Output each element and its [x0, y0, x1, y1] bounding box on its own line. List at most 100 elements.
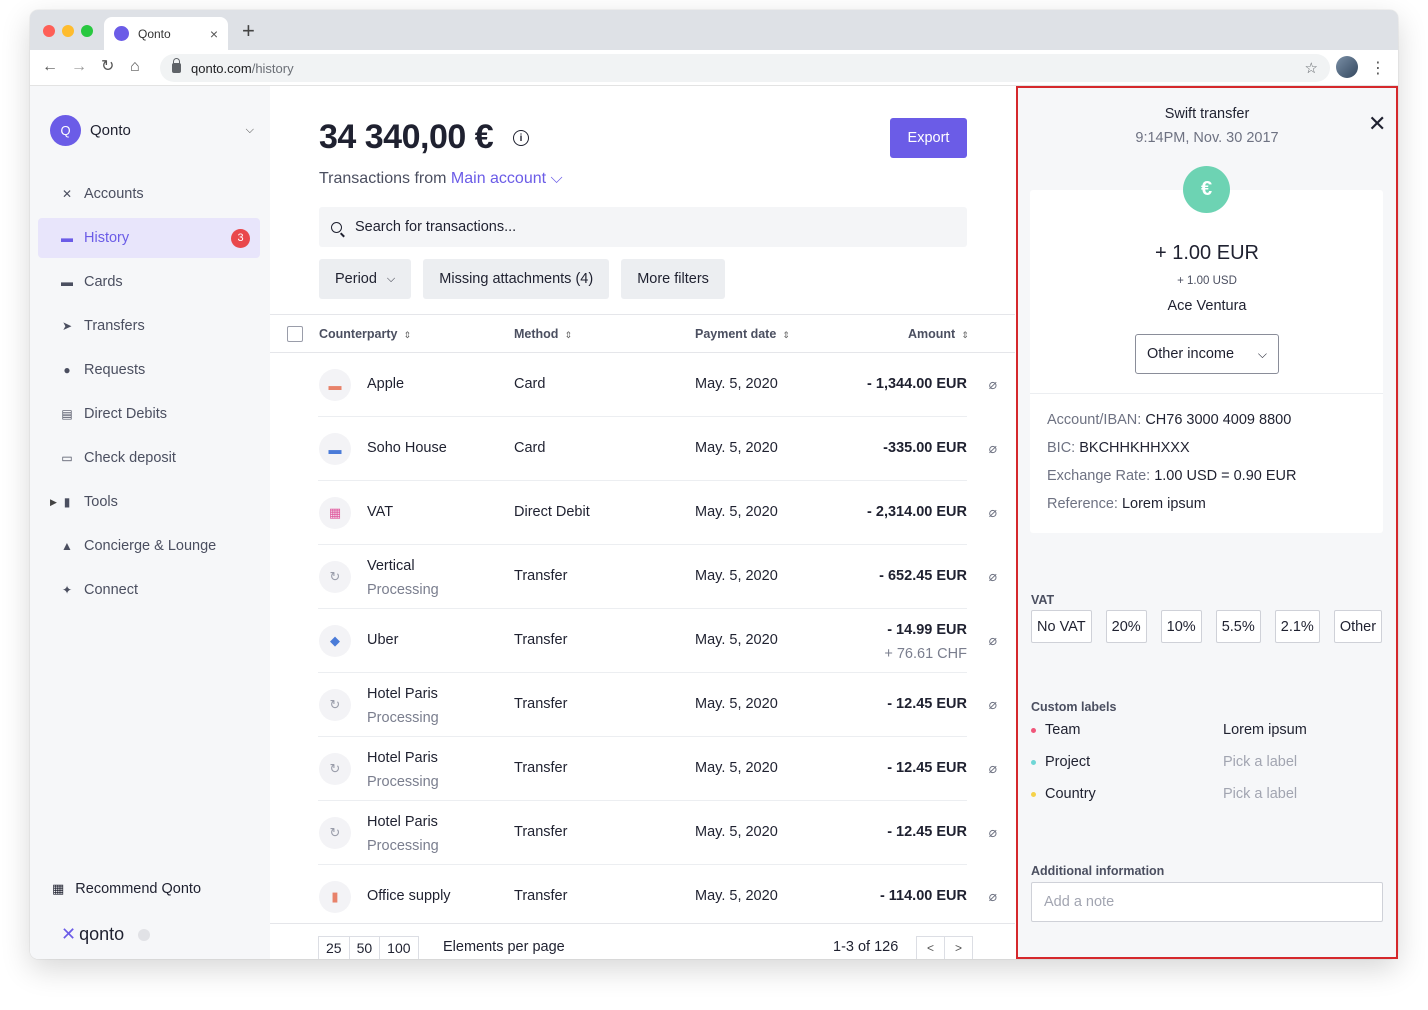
bookmark-star-icon[interactable]: ☆	[1305, 59, 1318, 77]
browser-menu-icon[interactable]: ⋮	[1370, 58, 1386, 78]
account-name: Main account	[450, 170, 547, 187]
table-row[interactable]: ▦ VAT Direct Debit May. 5, 2020 - 2,314.00 E…	[270, 481, 1015, 545]
category-select[interactable]: Other income ⌵	[1135, 334, 1279, 374]
payment-method: Transfer	[514, 888, 568, 904]
browser-tab[interactable]: Qonto ×	[104, 17, 228, 50]
bed-icon: ▬	[319, 433, 351, 465]
detail-amount: + 1.00 EUR	[1155, 242, 1259, 264]
vat-option[interactable]: 10%	[1160, 610, 1202, 643]
page-size-option[interactable]: 25	[318, 936, 350, 959]
close-window-button[interactable]	[43, 25, 55, 37]
sidebar-item-connect[interactable]: ✦ Connect	[38, 570, 260, 610]
page-range: 1-3 of 126	[833, 939, 899, 955]
attachment-icon[interactable]: ⌀	[989, 504, 997, 521]
request-icon: ●	[63, 363, 71, 377]
select-all-checkbox[interactable]	[287, 326, 303, 342]
custom-label-row[interactable]: Project Pick a label	[1031, 754, 1386, 774]
back-arrow-icon[interactable]: ←	[42, 58, 58, 76]
refresh-icon: ↻	[319, 753, 351, 785]
tab-bar: Qonto × +	[30, 10, 1398, 50]
table-row[interactable]: ◆ Uber Transfer May. 5, 2020 - 14.99 EUR + 76…	[270, 609, 1015, 673]
plug-icon: ✦	[61, 583, 73, 597]
attachment-icon[interactable]: ⌀	[989, 696, 997, 713]
reload-icon[interactable]: ↻	[101, 58, 114, 76]
info-icon[interactable]: i	[513, 130, 529, 146]
sidebar-item-check-deposit[interactable]: ▭ Check deposit	[38, 438, 260, 478]
attachment-icon[interactable]: ⌀	[989, 888, 997, 905]
table-row[interactable]: ↻ Hotel Paris Processing Transfer May. 5, 20…	[270, 737, 1015, 801]
sidebar-item-label: Accounts	[84, 186, 144, 202]
attachment-icon[interactable]: ⌀	[989, 376, 997, 393]
table-row[interactable]: ↻ Vertical Processing Transfer May. 5, 2020 -…	[270, 545, 1015, 609]
sidebar-item-transfers[interactable]: ➤ Transfers	[38, 306, 260, 346]
attachment-icon[interactable]: ⌀	[989, 760, 997, 777]
payment-method: Transfer	[514, 760, 568, 776]
status-text: Processing	[367, 710, 439, 726]
sidebar-item-cards[interactable]: ▬ Cards	[38, 262, 260, 302]
missing-attachments-filter-button[interactable]: Missing attachments (4)	[423, 259, 610, 299]
new-tab-button[interactable]: +	[242, 20, 255, 42]
tab-close-icon[interactable]: ×	[210, 26, 218, 42]
status-text: Processing	[367, 582, 439, 598]
divider	[1030, 393, 1383, 394]
label-name: Country	[1045, 786, 1096, 802]
table-row[interactable]: ▬ Soho House Card May. 5, 2020 -335.00 EUR ⌀	[270, 417, 1015, 481]
vat-option[interactable]: 20%	[1105, 610, 1147, 643]
attachment-icon[interactable]: ⌀	[989, 568, 997, 585]
more-filters-button[interactable]: More filters	[621, 259, 725, 299]
payment-date: May. 5, 2020	[695, 376, 778, 392]
prev-page-button[interactable]: <	[916, 936, 945, 959]
next-page-button[interactable]: >	[944, 936, 973, 959]
sidebar-item-tools[interactable]: ▶ ▮ Tools	[38, 482, 260, 522]
recommend-link[interactable]: ▦ Recommend Qonto	[52, 881, 201, 897]
transaction-amount: - 1,344.00 EUR	[867, 376, 967, 392]
vat-option[interactable]: 5.5%	[1215, 610, 1261, 643]
table-row[interactable]: ↻ Hotel Paris Processing Transfer May. 5, 20…	[270, 801, 1015, 865]
vat-option[interactable]: 2.1%	[1274, 610, 1320, 643]
label-value[interactable]: Pick a label	[1223, 754, 1297, 770]
close-icon[interactable]: ✕	[1368, 113, 1386, 135]
home-icon[interactable]: ⌂	[130, 58, 140, 76]
account-selector[interactable]: Main account ⌵	[451, 170, 563, 187]
period-filter-button[interactable]: Period ⌵	[319, 259, 412, 299]
chevron-down-icon: ⌵	[386, 272, 396, 285]
url-field[interactable]: qonto.com/history ☆	[160, 54, 1330, 82]
counterparty-name: Hotel Paris	[367, 814, 438, 830]
label-value[interactable]: Lorem ipsum	[1223, 722, 1307, 738]
note-input[interactable]	[1031, 882, 1383, 922]
detail-field-value: Lorem ipsum	[1121, 496, 1206, 512]
period-filter-label: Period	[335, 271, 377, 287]
sidebar-item-accounts[interactable]: ✕ Accounts	[38, 174, 260, 214]
column-counterparty[interactable]: Counterparty ⇕	[319, 327, 411, 341]
column-payment-date[interactable]: Payment date ⇕	[695, 327, 790, 341]
vat-option[interactable]: No VAT	[1031, 610, 1092, 643]
page-size-option[interactable]: 100	[379, 936, 419, 959]
sidebar-item-concierge-lounge[interactable]: ▲ Concierge & Lounge	[38, 526, 260, 566]
column-method[interactable]: Method ⇕	[514, 327, 572, 341]
export-button[interactable]: Export	[890, 118, 967, 158]
filter-bar: Period ⌵ Missing attachments (4) More fi…	[319, 259, 737, 299]
table-row[interactable]: ↻ Hotel Paris Processing Transfer May. 5, 20…	[270, 673, 1015, 737]
organization-switcher[interactable]: Q Qonto ⌵	[50, 115, 254, 146]
sidebar-item-requests[interactable]: ● Requests	[38, 350, 260, 390]
forward-arrow-icon[interactable]: →	[71, 58, 87, 76]
payment-method: Transfer	[514, 568, 568, 584]
sidebar-item-direct-debits[interactable]: ▤ Direct Debits	[38, 394, 260, 434]
attachment-icon[interactable]: ⌀	[989, 632, 997, 649]
table-row[interactable]: ▮ Office supply Transfer May. 5, 2020 - 114.…	[270, 865, 1015, 929]
table-row[interactable]: ▬ Apple Card May. 5, 2020 - 1,344.00 EUR ⌀	[270, 353, 1015, 417]
attachment-icon[interactable]: ⌀	[989, 440, 997, 457]
label-value[interactable]: Pick a label	[1223, 786, 1297, 802]
custom-label-row[interactable]: Team Lorem ipsum	[1031, 722, 1386, 742]
maximize-window-button[interactable]	[81, 25, 93, 37]
attachment-icon[interactable]: ⌀	[989, 824, 997, 841]
vat-option[interactable]: Other	[1333, 610, 1383, 643]
sidebar-item-history[interactable]: ▬ History 3	[38, 218, 260, 258]
search-input[interactable]: Search for transactions...	[319, 207, 967, 247]
profile-avatar[interactable]	[1336, 56, 1358, 78]
custom-label-row[interactable]: Country Pick a label	[1031, 786, 1386, 806]
minimize-window-button[interactable]	[62, 25, 74, 37]
page-size-option[interactable]: 50	[348, 936, 381, 959]
column-amount[interactable]: Amount ⇕	[908, 327, 969, 341]
sidebar: Q Qonto ⌵ ✕ Accounts ▬ History 3 ▬ Cards ➤ Trans…	[30, 86, 270, 959]
